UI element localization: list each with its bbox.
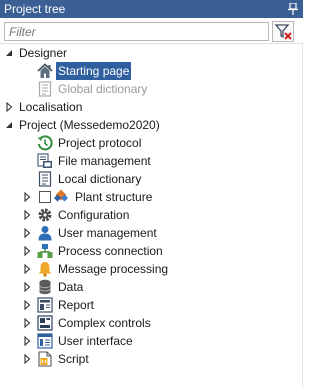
tree-node-label: File management: [58, 154, 151, 168]
report-icon: [37, 297, 53, 313]
complex-controls-icon: [37, 315, 53, 331]
user-interface-icon: [37, 333, 53, 349]
panel-title-bar: Project tree: [0, 0, 303, 18]
tree-node-label: Configuration: [58, 208, 130, 222]
script-icon: [38, 351, 52, 367]
tree-node-label: Local dictionary: [58, 172, 142, 186]
gear-icon: [38, 208, 52, 222]
tree-node-starting-page[interactable]: Starting page: [0, 62, 303, 80]
dictionary-icon: [38, 171, 52, 187]
expand-arrow-icon[interactable]: [4, 102, 14, 112]
tree-node-configuration[interactable]: Configuration: [0, 206, 303, 224]
history-icon: [37, 135, 53, 151]
tree-node-label: Starting page: [56, 62, 132, 80]
collapse-arrow-icon[interactable]: [4, 120, 14, 130]
expand-arrow-icon[interactable]: [22, 246, 32, 256]
tree-node-label: User interface: [58, 334, 133, 348]
tree-node-label: Message processing: [58, 262, 169, 276]
expand-arrow-icon[interactable]: [22, 354, 32, 364]
file-management-icon: [37, 153, 52, 168]
tree-node-script[interactable]: Script: [0, 350, 303, 368]
tree-node-label: Plant structure: [75, 190, 153, 204]
expand-arrow-icon[interactable]: [22, 300, 32, 310]
tree-node-label: Process connection: [58, 244, 163, 258]
expand-arrow-icon[interactable]: [22, 228, 32, 238]
user-icon: [38, 226, 52, 241]
tree-node-label: Project protocol: [58, 136, 142, 150]
tree-node-label: Data: [58, 280, 84, 294]
clear-filter-button[interactable]: [272, 21, 294, 42]
expand-arrow-icon[interactable]: [22, 264, 32, 274]
tree-node-file-management[interactable]: File management: [0, 152, 303, 170]
dictionary-icon: [38, 81, 52, 97]
home-icon: [37, 63, 53, 78]
filter-input[interactable]: [4, 22, 269, 41]
tree-node-label: Designer: [19, 46, 68, 60]
bell-icon: [38, 262, 52, 277]
panel-title: Project tree: [4, 2, 66, 16]
tree-node-label: Localisation: [19, 100, 83, 114]
process-connection-icon: [37, 244, 53, 258]
tree-node-designer[interactable]: Designer: [0, 44, 303, 62]
tree-node-label: Script: [58, 352, 89, 366]
plant-structure-checkbox[interactable]: [39, 191, 51, 203]
tree-node-process-connection[interactable]: Process connection: [0, 242, 303, 260]
tree-node-project-protocol[interactable]: Project protocol: [0, 134, 303, 152]
tree-node-project[interactable]: Project (Messedemo2020): [0, 116, 303, 134]
tree-node-label: Report: [58, 298, 95, 312]
clear-filter-icon: [274, 24, 292, 40]
expand-arrow-icon[interactable]: [22, 318, 32, 328]
tree-node-user-management[interactable]: User management: [0, 224, 303, 242]
tree-node-report[interactable]: Report: [0, 296, 303, 314]
filter-bar: [0, 18, 303, 44]
tree-node-complex-controls[interactable]: Complex controls: [0, 314, 303, 332]
pin-icon[interactable]: [288, 3, 298, 15]
tree-node-label: User management: [58, 226, 157, 240]
tree-node-local-dictionary[interactable]: Local dictionary: [0, 170, 303, 188]
plant-structure-icon: [54, 189, 68, 202]
collapse-arrow-icon[interactable]: [4, 48, 14, 58]
tree-node-localisation[interactable]: Localisation: [0, 98, 303, 116]
tree-node-user-interface[interactable]: User interface: [0, 332, 303, 350]
expand-arrow-icon[interactable]: [22, 210, 32, 220]
tree-node-label: Project (Messedemo2020): [19, 118, 160, 132]
tree-node-message-processing[interactable]: Message processing: [0, 260, 303, 278]
tree-node-plant-structure[interactable]: Plant structure: [0, 188, 303, 206]
tree-node-label: Global dictionary: [58, 82, 148, 96]
database-icon: [39, 279, 51, 295]
tree-node-label: Complex controls: [58, 316, 151, 330]
expand-arrow-icon[interactable]: [22, 282, 32, 292]
tree-node-data[interactable]: Data: [0, 278, 303, 296]
expand-arrow-icon[interactable]: [22, 192, 32, 202]
tree-node-global-dictionary[interactable]: Global dictionary: [0, 80, 303, 98]
expand-arrow-icon[interactable]: [22, 336, 32, 346]
